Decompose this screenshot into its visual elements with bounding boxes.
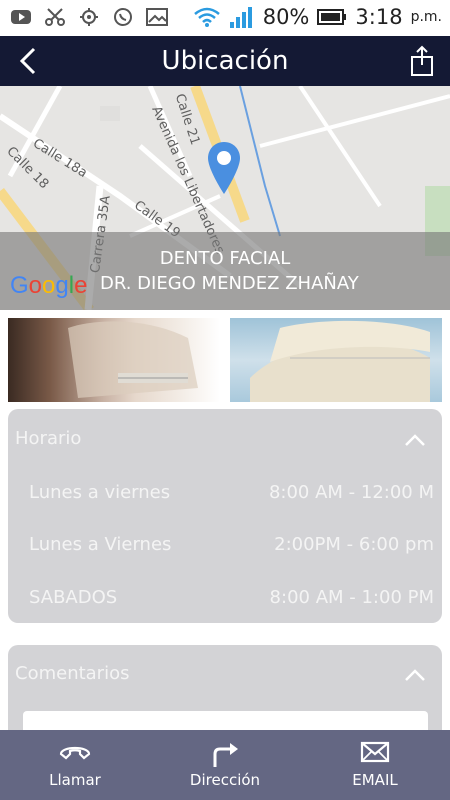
schedule-hours: 8:00 AM - 12:00 M: [268, 482, 434, 503]
bottom-nav: Llamar Dirección EMAIL: [0, 730, 450, 800]
schedule-card: Horario Lunes a viernes 8:00 AM - 12:00 …: [8, 409, 442, 623]
clock-time: 3:18: [355, 5, 403, 29]
schedule-day: Lunes a Viernes: [29, 534, 172, 555]
schedule-row: SABADOS 8:00 AM - 1:00 PM: [29, 587, 434, 611]
clock-ampm: p.m.: [410, 9, 442, 25]
map-pin-icon[interactable]: [206, 140, 242, 200]
scissors-icon: [44, 7, 66, 27]
mail-icon: [360, 741, 390, 763]
call-button[interactable]: Llamar: [0, 730, 150, 800]
battery-icon: [317, 7, 347, 27]
directions-button[interactable]: Dirección: [150, 730, 300, 800]
app-bar: Ubicación: [0, 36, 450, 86]
page-title: Ubicación: [161, 46, 289, 76]
chevron-up-icon[interactable]: [404, 667, 426, 681]
email-button[interactable]: EMAIL: [300, 730, 450, 800]
comments-header: Comentarios: [15, 663, 130, 684]
battery-percent: 80%: [262, 5, 310, 29]
phone-icon: [59, 746, 91, 760]
google-logo: Google: [10, 272, 88, 299]
wifi-icon: [193, 5, 221, 29]
status-bar: 80% 3:18 p.m.: [0, 0, 450, 36]
youtube-icon: [10, 7, 32, 27]
place-name: DENTO FACIAL: [159, 248, 291, 269]
jaw-xray-photo: [8, 318, 220, 402]
signal-icon: [229, 5, 255, 29]
chevron-up-icon[interactable]: [404, 432, 426, 446]
bug-icon: [78, 7, 100, 27]
schedule-row: Lunes a Viernes 2:00PM - 6:00 pm: [29, 534, 434, 558]
teeth-model-photo: [230, 318, 442, 402]
email-label: EMAIL: [352, 771, 398, 789]
call-label: Llamar: [49, 771, 101, 789]
directions-icon: [213, 743, 238, 767]
schedule-row: Lunes a viernes 8:00 AM - 12:00 M: [29, 482, 434, 506]
place-doctor: DR. DIEGO MENDEZ ZHAÑAY: [100, 273, 359, 294]
directions-label: Dirección: [189, 771, 261, 789]
schedule-day: Lunes a viernes: [29, 482, 171, 503]
share-button[interactable]: [408, 45, 436, 77]
schedule-hours: 2:00PM - 6:00 pm: [274, 534, 434, 555]
schedule-hours: 8:00 AM - 1:00 PM: [269, 587, 434, 608]
gallery-icon: [146, 7, 168, 27]
whatsapp-icon: [112, 7, 134, 27]
schedule-header: Horario: [15, 428, 82, 449]
schedule-day: SABADOS: [29, 587, 118, 608]
